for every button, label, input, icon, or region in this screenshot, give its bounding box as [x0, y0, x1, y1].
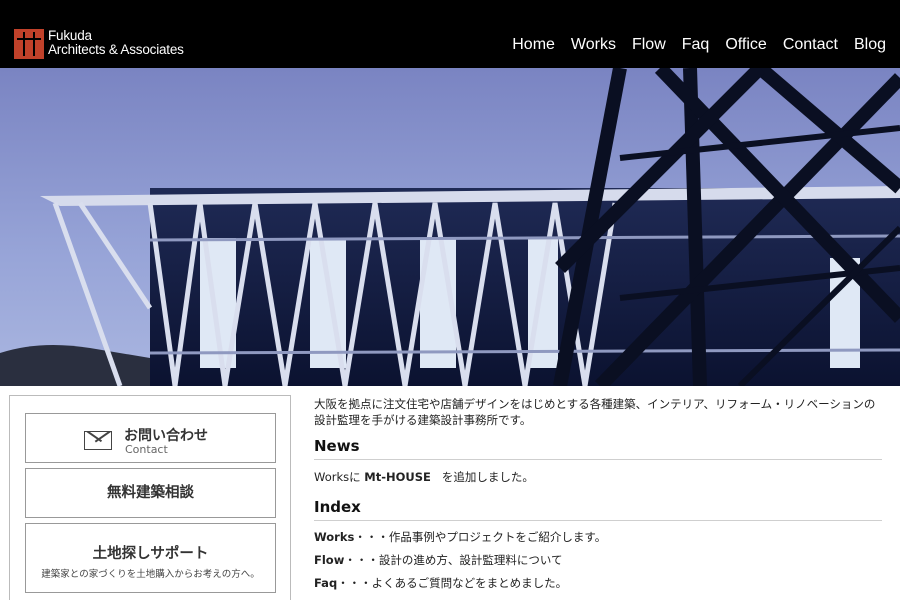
logo-text: Fukuda Architects & Associates — [48, 29, 184, 57]
nav-works[interactable]: Works — [571, 36, 616, 54]
land-search-label: 土地探しサポート — [92, 546, 209, 562]
hero-image — [0, 68, 900, 386]
nav-faq[interactable]: Faq — [682, 36, 710, 54]
news-link-mt-house[interactable]: Mt-HOUSE — [364, 470, 431, 484]
index-link-faq[interactable]: Faq — [314, 576, 337, 590]
index-item-faq: Faq・・・よくあるご質問などをまとめました。 — [314, 572, 882, 595]
intro-text: 大阪を拠点に注文住宅や店舗デザインをはじめとする各種建築、インテリア、リフォーム… — [314, 397, 876, 427]
news-heading: News — [314, 437, 882, 460]
index-link-works[interactable]: Works — [314, 530, 354, 544]
logo-mark-icon — [14, 29, 44, 59]
free-consultation-button[interactable]: 無料建築相談 — [25, 468, 276, 518]
mail-icon — [84, 431, 112, 450]
main-nav: Home Works Flow Faq Office Contact Blog — [496, 36, 886, 54]
index-item-works: Works・・・作品事例やプロジェクトをご紹介します。 — [314, 526, 882, 549]
contact-button-label: お問い合わせ — [124, 428, 208, 444]
index-link-flow[interactable]: Flow — [314, 553, 344, 567]
logo-line-1: Fukuda — [48, 28, 92, 43]
main-content: 大阪を拠点に注文住宅や店舗デザインをはじめとする各種建築、インテリア、リフォーム… — [314, 396, 882, 595]
land-search-button[interactable]: 土地探しサポート 建築家との家づくりを土地購入からお考えの方へ。 — [25, 523, 276, 593]
news-pre: Worksに — [314, 470, 361, 484]
index-desc-works: ・・・作品事例やプロジェクトをご紹介します。 — [354, 530, 607, 544]
sidebar: お問い合わせ Contact 無料建築相談 土地探しサポート 建築家との家づくり… — [9, 395, 291, 600]
nav-flow[interactable]: Flow — [632, 36, 666, 54]
site-header: Fukuda Architects & Associates Home Work… — [0, 0, 900, 68]
index-desc-flow: ・・・設計の進め方、設計監理料について — [344, 553, 563, 567]
index-item-flow: Flow・・・設計の進め方、設計監理料について — [314, 549, 882, 572]
contact-button[interactable]: お問い合わせ Contact — [25, 413, 276, 463]
nav-blog[interactable]: Blog — [854, 36, 886, 54]
logo-line-2: Architects & Associates — [48, 42, 184, 57]
site-logo[interactable]: Fukuda Architects & Associates — [14, 29, 184, 59]
index-heading: Index — [314, 498, 882, 521]
hero-building-photo — [0, 68, 900, 386]
index-list: Works・・・作品事例やプロジェクトをご紹介します。 Flow・・・設計の進め… — [314, 526, 882, 595]
news-post: を追加しました。 — [441, 470, 534, 484]
index-desc-faq: ・・・よくあるご質問などをまとめました。 — [337, 576, 568, 590]
contact-button-sublabel: Contact — [125, 443, 168, 456]
nav-office[interactable]: Office — [725, 36, 767, 54]
land-search-sublabel: 建築家との家づくりを土地購入からお考えの方へ。 — [41, 569, 260, 580]
nav-home[interactable]: Home — [512, 36, 555, 54]
news-item: Worksに Mt-HOUSE を追加しました。 — [314, 469, 882, 485]
free-consultation-label: 無料建築相談 — [107, 485, 194, 501]
nav-contact[interactable]: Contact — [783, 36, 838, 54]
